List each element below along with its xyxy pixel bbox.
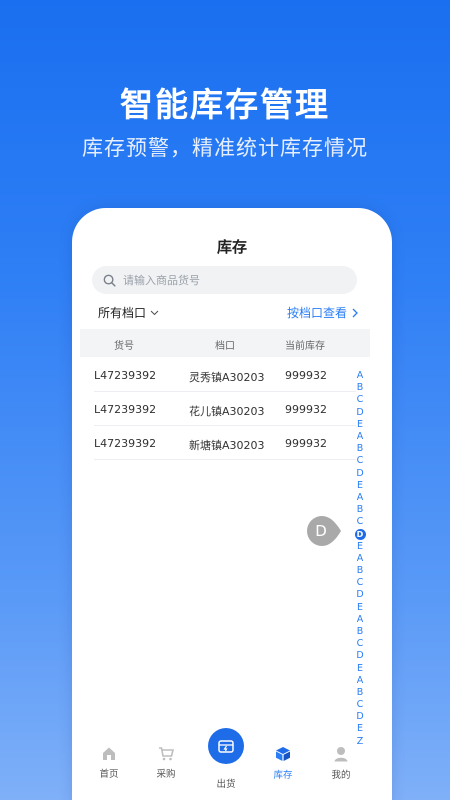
tab-purchase[interactable]: 采购	[143, 746, 189, 780]
index-letter[interactable]: E	[352, 541, 368, 553]
table-header: 货号 档口 当前库存	[80, 329, 370, 357]
tab-shipment-label: 出货	[216, 779, 236, 790]
column-header-stock: 当前库存	[285, 341, 325, 352]
index-letter[interactable]: B	[352, 687, 368, 699]
index-letter[interactable]: C	[352, 455, 368, 467]
phone-screen: 库存 请输入商品货号 所有档口 按档口查看 货号 档口 当前库存 L472393…	[72, 208, 392, 800]
index-letter[interactable]: E	[352, 419, 368, 431]
promo-subtitle: 库存预警，精准统计库存情况	[82, 136, 368, 160]
index-letter[interactable]: C	[352, 516, 368, 528]
column-header-stall: 档口	[215, 341, 235, 352]
row-sku: L47239392	[94, 403, 157, 416]
row-stall: 新塘镇A30203	[189, 439, 265, 452]
search-icon	[103, 274, 116, 287]
row-stall: 灵秀镇A30203	[189, 371, 265, 384]
filter-bar: 所有档口 按档口查看	[72, 304, 392, 324]
tab-home-label: 首页	[99, 769, 119, 780]
tab-purchase-label: 采购	[156, 769, 176, 780]
index-letter[interactable]: A	[352, 553, 368, 565]
tab-bar: 首页 采购 出货 库存 我的	[72, 728, 392, 800]
index-letter[interactable]: B	[352, 504, 368, 516]
index-letter[interactable]: D	[354, 529, 366, 541]
promo-title: 智能库存管理	[120, 85, 330, 124]
index-letter[interactable]: B	[352, 382, 368, 394]
index-letter[interactable]: B	[352, 565, 368, 577]
table-row[interactable]: L47239392 花儿镇A30203 999932	[94, 392, 356, 426]
index-letter[interactable]: D	[352, 407, 368, 419]
stall-filter-dropdown[interactable]: 所有档口	[98, 304, 159, 321]
index-letter[interactable]: D	[352, 589, 368, 601]
table-row[interactable]: L47239392 新塘镇A30203 999932	[94, 426, 356, 460]
tab-profile-label: 我的	[331, 770, 351, 781]
tab-shipment[interactable]: 出货	[203, 776, 249, 790]
view-by-stall-link[interactable]: 按档口查看	[287, 304, 358, 321]
index-letter[interactable]: A	[352, 492, 368, 504]
index-bubble: D	[305, 514, 343, 548]
index-letter[interactable]: C	[352, 638, 368, 650]
page-title: 库存	[216, 238, 247, 256]
row-sku: L47239392	[94, 369, 157, 382]
table-row[interactable]: L47239392 灵秀镇A30203 999932	[94, 358, 356, 392]
index-letter[interactable]: E	[352, 663, 368, 675]
cart-icon	[159, 747, 174, 761]
search-input[interactable]: 请输入商品货号	[92, 266, 357, 294]
row-stock: 999932	[285, 403, 327, 416]
inventory-box-icon	[276, 747, 290, 761]
index-bubble-letter: D	[315, 522, 327, 540]
index-letter[interactable]: E	[352, 602, 368, 614]
index-letter[interactable]: A	[352, 431, 368, 443]
index-letter[interactable]: C	[352, 699, 368, 711]
stall-filter-label: 所有档口	[98, 306, 147, 320]
tab-profile[interactable]: 我的	[318, 746, 364, 781]
tab-inventory-label: 库存	[273, 770, 293, 781]
search-placeholder: 请输入商品货号	[123, 274, 200, 287]
index-letter[interactable]: B	[352, 443, 368, 455]
view-by-stall-label: 按档口查看	[286, 306, 347, 320]
tab-home[interactable]: 首页	[86, 746, 132, 780]
row-sku: L47239392	[94, 437, 157, 450]
index-letter[interactable]: C	[352, 577, 368, 589]
home-icon	[103, 747, 115, 760]
shipment-icon	[218, 740, 234, 753]
index-letter[interactable]: A	[352, 370, 368, 382]
chevron-down-icon	[150, 310, 159, 315]
chevron-right-icon	[352, 308, 358, 317]
row-stock: 999932	[285, 369, 327, 382]
tab-shipment-button[interactable]	[208, 728, 244, 764]
row-stall: 花儿镇A30203	[189, 405, 265, 418]
row-stock: 999932	[285, 437, 327, 450]
index-letter[interactable]: D	[352, 468, 368, 480]
index-letter[interactable]: D	[352, 650, 368, 662]
index-letter[interactable]: A	[352, 675, 368, 687]
index-letter[interactable]: C	[352, 394, 368, 406]
index-letter[interactable]: D	[352, 711, 368, 723]
alphabet-index-bar[interactable]: ABCDEABCDEABCDEABCDEABCDEABCDEZ	[352, 370, 368, 746]
index-letter[interactable]: E	[352, 480, 368, 492]
index-letter[interactable]: B	[352, 626, 368, 638]
index-letter[interactable]: E	[352, 723, 368, 735]
index-letter[interactable]: A	[352, 614, 368, 626]
profile-icon	[334, 747, 348, 762]
column-header-sku: 货号	[114, 341, 134, 352]
tab-inventory[interactable]: 库存	[260, 746, 306, 781]
